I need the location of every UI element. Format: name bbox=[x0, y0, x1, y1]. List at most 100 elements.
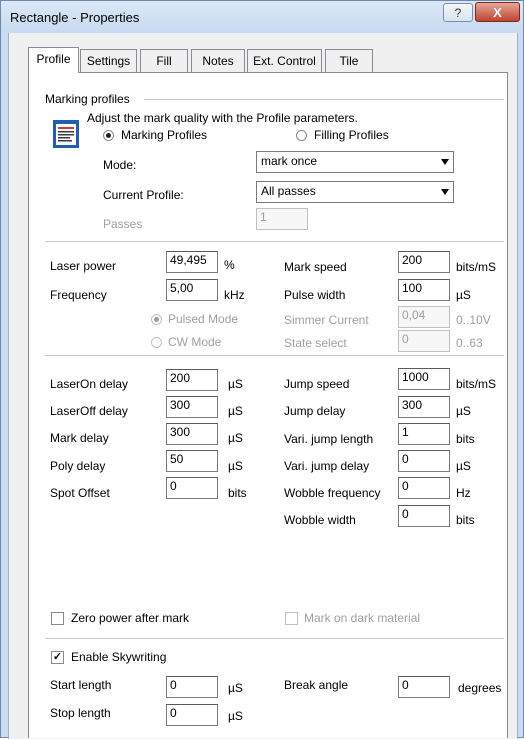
tab-ext-control[interactable]: Ext. Control bbox=[247, 49, 322, 72]
vari-jump-length-field[interactable]: 1 bbox=[398, 423, 450, 445]
cw-mode-label: CW Mode bbox=[168, 335, 222, 349]
pulsed-mode-label: Pulsed Mode bbox=[168, 312, 239, 326]
stop-length-label: Stop length bbox=[50, 706, 111, 720]
wobble-frequency-field[interactable]: 0 bbox=[398, 477, 450, 499]
zero-power-label: Zero power after mark bbox=[71, 611, 190, 625]
state-select-range: 0..63 bbox=[456, 336, 483, 350]
pulse-width-unit: µS bbox=[456, 288, 471, 302]
filling-profiles-radio-label: Filling Profiles bbox=[314, 128, 389, 142]
pulse-width-label: Pulse width bbox=[284, 288, 346, 302]
current-profile-select[interactable]: All passes bbox=[256, 181, 454, 203]
vari-jump-delay-unit: µS bbox=[456, 459, 471, 473]
frequency-field[interactable]: 5,00 bbox=[166, 279, 218, 301]
zero-power-checkbox[interactable] bbox=[51, 612, 64, 625]
frequency-label: Frequency bbox=[50, 288, 107, 302]
laser-power-label: Laser power bbox=[50, 259, 117, 273]
vari-jump-delay-label: Vari. jump delay bbox=[284, 459, 370, 473]
pulse-width-field[interactable]: 100 bbox=[398, 279, 450, 301]
mode-label: Mode: bbox=[103, 158, 137, 172]
mark-delay-field[interactable]: 300 bbox=[166, 423, 218, 445]
laser-off-delay-label: LaserOff delay bbox=[50, 404, 128, 418]
wobble-frequency-label: Wobble frequency bbox=[284, 486, 381, 500]
mark-delay-unit: µS bbox=[228, 431, 243, 445]
laser-on-delay-unit: µS bbox=[228, 377, 243, 391]
mode-select[interactable]: mark once bbox=[256, 151, 454, 173]
tab-fill[interactable]: Fill bbox=[140, 49, 188, 72]
marking-profiles-group-label: Marking profiles bbox=[45, 92, 130, 106]
stop-length-field[interactable]: 0 bbox=[166, 704, 218, 726]
vari-jump-length-label: Vari. jump length bbox=[284, 432, 374, 446]
passes-field: 1 bbox=[256, 208, 308, 230]
poly-delay-unit: µS bbox=[228, 459, 243, 473]
section-divider bbox=[45, 638, 504, 640]
mark-speed-label: Mark speed bbox=[284, 260, 347, 274]
simmer-current-field: 0,04 bbox=[398, 306, 450, 328]
jump-speed-field[interactable]: 1000 bbox=[398, 368, 450, 390]
simmer-current-label: Simmer Current bbox=[284, 313, 369, 327]
simmer-current-range: 0..10V bbox=[456, 313, 491, 327]
jump-delay-field[interactable]: 300 bbox=[398, 396, 450, 418]
document-icon bbox=[53, 120, 79, 148]
break-angle-unit: degrees bbox=[458, 681, 502, 695]
laser-power-unit: % bbox=[224, 258, 235, 272]
wobble-frequency-unit: Hz bbox=[456, 486, 471, 500]
filling-profiles-radio[interactable] bbox=[296, 130, 307, 141]
mark-dark-label: Mark on dark material bbox=[304, 611, 421, 625]
laser-off-delay-field[interactable]: 300 bbox=[166, 396, 218, 418]
passes-label: Passes bbox=[103, 217, 143, 231]
checkmark-icon: ✓ bbox=[52, 651, 63, 663]
jump-speed-label: Jump speed bbox=[284, 377, 350, 391]
mode-select-value: mark once bbox=[261, 154, 318, 168]
group-divider bbox=[144, 99, 504, 101]
tab-settings[interactable]: Settings bbox=[80, 49, 137, 72]
stop-length-unit: µS bbox=[228, 709, 243, 723]
poly-delay-label: Poly delay bbox=[50, 459, 106, 473]
marking-profiles-radio[interactable] bbox=[103, 130, 114, 141]
laser-off-delay-unit: µS bbox=[228, 404, 243, 418]
enable-skywriting-label: Enable Skywriting bbox=[71, 650, 167, 664]
tab-tile[interactable]: Tile bbox=[325, 49, 373, 72]
jump-delay-unit: µS bbox=[456, 404, 471, 418]
jump-speed-unit: bits/mS bbox=[456, 377, 497, 391]
cw-mode-radio bbox=[151, 337, 162, 348]
start-length-unit: µS bbox=[228, 681, 243, 695]
close-button[interactable]: X bbox=[475, 2, 520, 22]
wobble-width-unit: bits bbox=[456, 513, 475, 527]
help-button[interactable]: ? bbox=[443, 3, 473, 22]
spot-offset-field[interactable]: 0 bbox=[166, 477, 218, 499]
state-select-label: State select bbox=[284, 336, 347, 350]
spot-offset-unit: bits bbox=[228, 486, 247, 500]
poly-delay-field[interactable]: 50 bbox=[166, 450, 218, 472]
laser-power-field[interactable]: 49,495 bbox=[166, 251, 218, 273]
tab-notes[interactable]: Notes bbox=[191, 49, 245, 72]
jump-delay-label: Jump delay bbox=[284, 404, 346, 418]
wobble-width-label: Wobble width bbox=[284, 513, 356, 527]
section-divider bbox=[45, 241, 504, 243]
start-length-field[interactable]: 0 bbox=[166, 676, 218, 698]
break-angle-label: Break angle bbox=[284, 678, 349, 692]
frequency-unit: kHz bbox=[224, 288, 245, 302]
current-profile-label: Current Profile: bbox=[103, 188, 184, 202]
mark-speed-unit: bits/mS bbox=[456, 260, 497, 274]
mark-speed-field[interactable]: 200 bbox=[398, 251, 450, 273]
break-angle-field[interactable]: 0 bbox=[398, 676, 450, 698]
window-title: Rectangle - Properties bbox=[10, 10, 140, 25]
vari-jump-delay-field[interactable]: 0 bbox=[398, 450, 450, 472]
chevron-down-icon bbox=[441, 189, 449, 195]
spot-offset-label: Spot Offset bbox=[50, 486, 110, 500]
vari-jump-length-unit: bits bbox=[456, 432, 475, 446]
chevron-down-icon bbox=[441, 159, 449, 165]
wobble-width-field[interactable]: 0 bbox=[398, 505, 450, 527]
marking-profiles-radio-label: Marking Profiles bbox=[121, 128, 208, 142]
start-length-label: Start length bbox=[50, 678, 112, 692]
mark-dark-checkbox bbox=[285, 612, 298, 625]
title-bar[interactable]: Rectangle - Properties ? X bbox=[1, 1, 523, 33]
laser-on-delay-field[interactable]: 200 bbox=[166, 369, 218, 391]
pulsed-mode-radio bbox=[151, 314, 162, 325]
state-select-field: 0 bbox=[398, 330, 450, 352]
tab-profile[interactable]: Profile bbox=[28, 47, 79, 73]
current-profile-select-value: All passes bbox=[261, 184, 316, 198]
profile-description: Adjust the mark quality with the Profile… bbox=[87, 111, 358, 125]
mark-delay-label: Mark delay bbox=[50, 431, 109, 445]
enable-skywriting-checkbox[interactable]: ✓ bbox=[51, 651, 64, 664]
